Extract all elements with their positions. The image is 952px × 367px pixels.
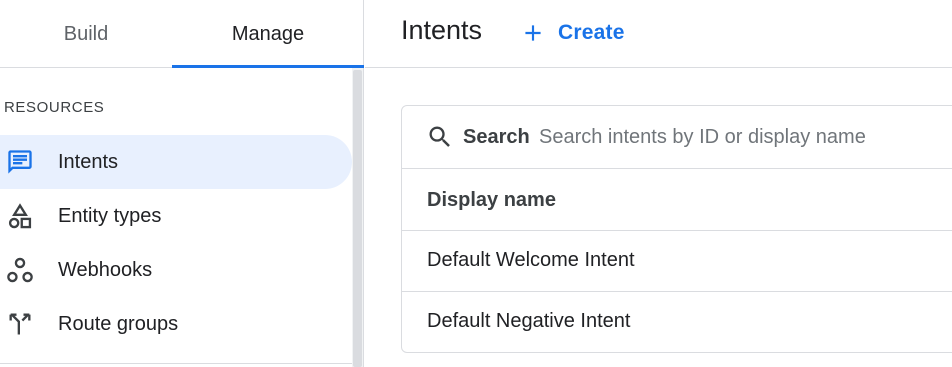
search-input[interactable] <box>539 122 939 152</box>
sidebar-item-label: Entity types <box>58 204 162 227</box>
sidebar-item-label: Intents <box>58 150 119 173</box>
intent-display-name[interactable]: Default Welcome Intent <box>427 249 635 272</box>
left-panel: Build Manage RESOURCES Intents Entity ty… <box>0 0 364 367</box>
table-row[interactable]: Default Negative Intent <box>402 292 952 353</box>
table-row[interactable]: Default Welcome Intent <box>402 231 952 292</box>
sidebar-item-intents[interactable]: Intents <box>0 135 352 189</box>
sidebar-item-label: Route groups <box>58 312 179 335</box>
divider <box>0 363 352 364</box>
intent-display-name[interactable]: Default Negative Intent <box>427 310 630 333</box>
route-groups-icon <box>9 313 31 335</box>
page-header: Intents Create <box>365 0 952 68</box>
resources-section-label: RESOURCES <box>4 99 105 116</box>
column-header-display-name[interactable]: Display name <box>427 189 556 212</box>
mode-tabs: Build Manage <box>0 0 364 68</box>
app-root: Build Manage RESOURCES Intents Entity ty… <box>0 0 952 367</box>
search-bar: Search <box>402 106 952 169</box>
intents-icon <box>8 150 32 174</box>
sidebar-item-label: Webhooks <box>58 258 153 281</box>
sidebar-scrollbar-thumb[interactable] <box>353 70 362 367</box>
table-header-row: Display name <box>402 169 952 231</box>
entity-types-icon <box>8 203 32 229</box>
sidebar-item-route-groups[interactable]: Route groups <box>0 297 352 351</box>
create-intent-button[interactable]: Create <box>520 14 625 52</box>
tab-build[interactable]: Build <box>0 0 172 68</box>
search-label: Search <box>463 126 530 148</box>
create-button-label: Create <box>558 21 625 44</box>
page-title: Intents <box>401 15 483 45</box>
search-icon <box>429 126 450 147</box>
webhooks-icon <box>7 257 33 283</box>
active-tab-indicator <box>172 65 364 68</box>
sidebar-item-entity-types[interactable]: Entity types <box>0 189 352 243</box>
plus-icon <box>525 25 541 41</box>
intents-table-card: Search Display name Default Welcome Inte… <box>401 105 952 353</box>
sidebar-item-webhooks[interactable]: Webhooks <box>0 243 352 297</box>
tab-manage[interactable]: Manage <box>172 0 364 68</box>
